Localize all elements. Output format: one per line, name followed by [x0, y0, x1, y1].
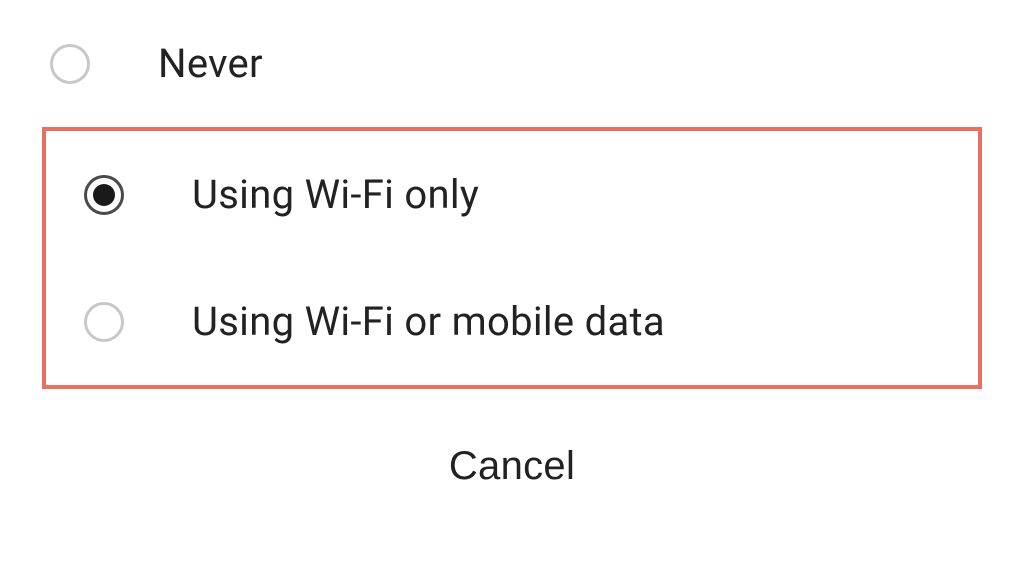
- cancel-row: Cancel: [30, 389, 994, 489]
- radio-icon: [50, 44, 90, 84]
- cancel-button[interactable]: Cancel: [449, 444, 575, 489]
- highlight-box: Using Wi-Fi only Using Wi-Fi or mobile d…: [42, 127, 982, 389]
- radio-icon: [84, 302, 124, 342]
- radio-dot-icon: [93, 184, 115, 206]
- radio-option-wifi-or-mobile[interactable]: Using Wi-Fi or mobile data: [46, 258, 978, 385]
- option-label-never: Never: [158, 40, 263, 87]
- radio-icon-selected: [84, 175, 124, 215]
- option-label-wifi-or-mobile: Using Wi-Fi or mobile data: [192, 298, 665, 345]
- option-label-wifi-only: Using Wi-Fi only: [192, 171, 479, 218]
- radio-option-never[interactable]: Never: [30, 0, 994, 127]
- radio-option-wifi-only[interactable]: Using Wi-Fi only: [46, 131, 978, 258]
